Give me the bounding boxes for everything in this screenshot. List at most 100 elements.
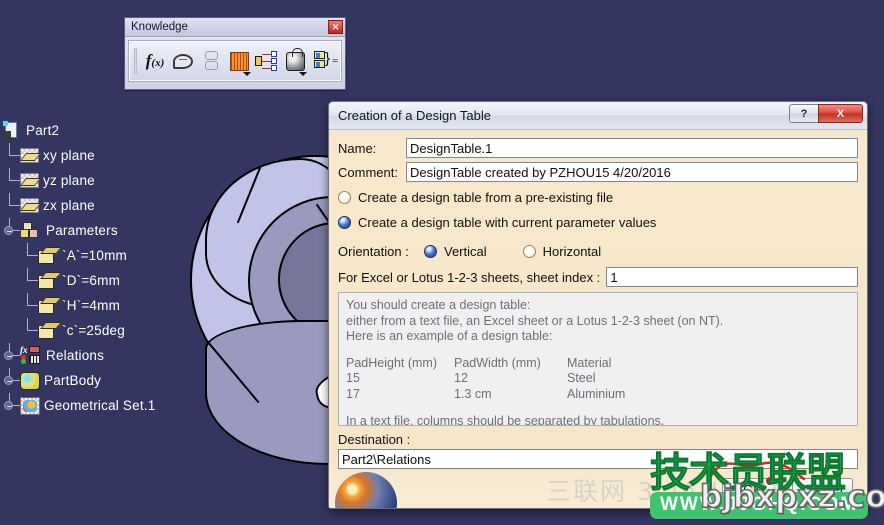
specification-tree[interactable]: Part2 xy plane yz plane zx plane Parameters `… (2, 118, 217, 418)
chevron-down-icon[interactable] (299, 72, 307, 76)
tree-connector (27, 243, 28, 255)
tree-connector (9, 168, 10, 180)
tree-item-label: xy plane (43, 147, 95, 163)
example-row: 15 12 Steel (346, 371, 850, 387)
design-table-button[interactable] (226, 46, 252, 76)
application-window: Part2 xy plane yz plane zx plane Parameters `… (0, 0, 884, 525)
close-icon[interactable]: ✕ (328, 20, 343, 34)
knowledge-toolbar[interactable]: Knowledge ✕ f(x)} = (124, 17, 346, 90)
orientation-row: Orientation : Vertical Horizontal (338, 239, 858, 263)
help-line-1: You should create a design table: (346, 298, 531, 312)
tree-connector (9, 205, 20, 206)
tree-item-label: `D`=6mm (62, 272, 121, 288)
radio-existing-file[interactable] (338, 190, 351, 204)
radio-current-values[interactable] (338, 215, 351, 229)
knowledge-toolbar-title: Knowledge (131, 21, 188, 33)
tree-item-zx-plane[interactable]: zx plane (2, 193, 217, 218)
tree-item-parameters[interactable]: Parameters (2, 218, 217, 243)
ok-button[interactable]: OK (722, 478, 783, 500)
close-button[interactable]: X (818, 104, 863, 123)
tree-item-d-6mm[interactable]: `D`=6mm (2, 268, 217, 293)
tree-connector (9, 193, 10, 205)
tree-expander[interactable] (4, 350, 13, 360)
tree-expander[interactable] (4, 225, 13, 235)
radio-orientation-horizontal[interactable] (522, 244, 536, 258)
tree-connector (9, 180, 20, 181)
cancel-button[interactable]: Cancel (792, 478, 853, 500)
fx-icon: f(x) (145, 51, 165, 70)
destination-input[interactable]: Part2\Relations (338, 449, 858, 469)
plane-icon (20, 148, 39, 163)
name-row: Name: DesignTable.1 (338, 138, 858, 158)
example-table: PadHeight (mm) PadWidth (mm) Material 15 12 S… (346, 356, 850, 403)
tree-item-label: Geometrical Set.1 (44, 397, 156, 413)
tree-connector (27, 268, 28, 280)
chevron-down-icon[interactable] (243, 72, 251, 76)
tree-item-label: `H`=4mm (62, 297, 121, 313)
tree-item-label: yz plane (43, 172, 95, 188)
tree-item-a-10mm[interactable]: `A`=10mm (2, 243, 217, 268)
toolbar-grip[interactable] (134, 48, 137, 74)
dialog-window-buttons: ? X (789, 104, 863, 123)
tree-item-h-4mm[interactable]: `H`=4mm (2, 293, 217, 318)
example-header-row: PadHeight (mm) PadWidth (mm) Material (346, 356, 850, 372)
check-button[interactable] (198, 46, 224, 76)
tree-connector (27, 305, 38, 306)
radio-existing-file-label: Create a design table from a pre-existin… (358, 189, 614, 205)
tree-item-yz-plane[interactable]: yz plane (2, 168, 217, 193)
tree-item-xy-plane[interactable]: xy plane (2, 143, 217, 168)
tree-item-partbody[interactable]: PartBody (2, 368, 217, 393)
comment-bubble-icon (173, 53, 193, 69)
help-line-3: Here is an example of a design table: (346, 329, 553, 344)
tree-expander[interactable] (4, 375, 13, 385)
design-table-icon (229, 51, 249, 71)
radio-existing-file-row[interactable]: Create a design table from a pre-existin… (338, 186, 858, 208)
example-cell: PadHeight (mm) (346, 355, 437, 370)
tree-item-c-25deg[interactable]: `c`=25deg (2, 318, 217, 343)
formula-button[interactable]: f(x) (142, 46, 168, 76)
destination-label: Destination : (338, 432, 411, 447)
parameter-icon (38, 247, 58, 264)
tree-item-geometrical-set-1[interactable]: Geometrical Set.1 (2, 393, 217, 418)
comment-input[interactable]: DesignTable created by PZHOU15 4/20/2016 (406, 162, 858, 182)
lock-icon (285, 47, 305, 71)
knowledge-toolbar-titlebar[interactable]: Knowledge ✕ (125, 18, 345, 37)
tree-connector (9, 155, 20, 156)
orientation-label: Orientation : (338, 243, 409, 259)
sheet-index-label: For Excel or Lotus 1-2-3 sheets, sheet i… (338, 269, 601, 285)
tree-connector (9, 143, 10, 155)
equivalent-dimensions-icon: } = (314, 50, 338, 71)
comment-row: Comment: DesignTable created by PZHOU15 … (338, 162, 858, 182)
plane-icon (20, 173, 39, 188)
name-input[interactable]: DesignTable.1 (406, 138, 858, 158)
creation-of-design-table-dialog[interactable]: Creation of a Design Table ? X Name: Des… (328, 101, 868, 509)
name-label: Name: (338, 140, 377, 156)
comment-button[interactable] (170, 46, 196, 76)
help-button[interactable]: ? (789, 104, 818, 123)
radio-orientation-vertical[interactable] (424, 244, 437, 258)
example-row: 17 1.3 cm Aluminium (346, 387, 850, 403)
parameter-icon (38, 297, 58, 314)
dialog-body: Name: DesignTable.1 Comment: DesignTable… (329, 130, 867, 508)
example-cell: 15 (346, 371, 360, 386)
help-text-box: You should create a design table: either… (338, 292, 858, 426)
radio-current-values-row[interactable]: Create a design table with current param… (338, 211, 858, 233)
tree-item-relations[interactable]: fx Relations (2, 343, 217, 368)
tree-expander[interactable] (4, 400, 13, 410)
radio-orientation-horizontal-label: Horizontal (542, 243, 602, 259)
dialog-titlebar[interactable]: Creation of a Design Table ? X (329, 102, 867, 130)
example-cell: PadWidth (mm) (454, 355, 541, 370)
list-button[interactable]: } = (310, 46, 340, 76)
sheet-index-input[interactable]: 1 (606, 267, 858, 287)
tree-item-label: `c`=25deg (62, 322, 125, 338)
lock-button[interactable] (282, 46, 308, 76)
help-line-2: either from a text file, an Excel sheet … (346, 313, 724, 328)
tree-item-part2[interactable]: Part2 (2, 118, 217, 143)
example-cell: 12 (454, 371, 468, 386)
tree-item-label: zx plane (43, 197, 95, 213)
help-footer: In a text file, columns should be separa… (346, 413, 665, 426)
rule-button[interactable] (254, 46, 280, 76)
partbody-icon (20, 371, 40, 390)
parameter-icon (38, 322, 58, 339)
